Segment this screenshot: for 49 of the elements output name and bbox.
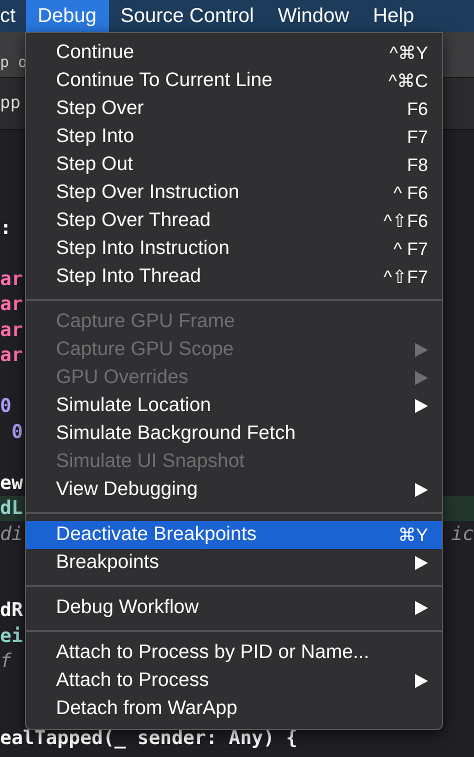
menu-item[interactable]: Simulate Location — [26, 392, 442, 420]
menu-item[interactable]: Deactivate Breakpoints ⌘Y — [26, 521, 442, 549]
menu-item[interactable]: Continue To Current Line ^⌘C — [26, 67, 442, 95]
jump-bar-label[interactable]: pp — [0, 90, 20, 116]
code-text: ealTapped(_ sender: Any) { — [0, 726, 298, 750]
code-text: 0 — [0, 394, 12, 419]
menu-item[interactable]: Step Into F7 — [26, 123, 442, 151]
menu-item[interactable]: Breakpoints — [26, 549, 442, 577]
menu-item[interactable]: Continue ^⌘Y — [26, 39, 442, 67]
code-text: 0 — [10, 420, 23, 444]
menu-item[interactable]: Step Over Instruction ^ F6 — [26, 179, 442, 207]
menu-item[interactable]: View Debugging — [26, 476, 442, 504]
keyboard-shortcut: ^⇧F7 — [384, 266, 428, 288]
menu-bar-item[interactable]: ct — [0, 0, 26, 32]
menu-item[interactable]: Attach to Process by PID or Name... — [26, 639, 442, 667]
code-text: ei — [0, 624, 23, 648]
keyboard-shortcut: ^⌘Y — [390, 42, 428, 64]
code-text: ic — [451, 522, 474, 546]
keyboard-shortcut: ^⇧F6 — [384, 210, 428, 232]
menu-bar-item[interactable]: Window — [266, 0, 362, 32]
menu-item[interactable]: Attach to Process — [26, 667, 442, 695]
code-text: ar — [0, 343, 23, 368]
keyboard-shortcut: ^ F7 — [394, 238, 428, 260]
keyboard-shortcut: ⌘Y — [398, 524, 428, 546]
code-text: ar — [0, 292, 23, 317]
menu-bar-item[interactable]: Source Control — [108, 0, 266, 32]
menu-item[interactable]: Step Over Thread ^⇧F6 — [26, 207, 442, 235]
menu-item[interactable]: Simulate Background Fetch — [26, 420, 442, 448]
menu-bar-item[interactable]: Help — [361, 0, 426, 32]
keyboard-shortcut: F8 — [406, 154, 428, 176]
menu-bar-item[interactable]: Debug — [26, 0, 108, 32]
keyboard-shortcut: F6 — [406, 98, 428, 120]
menu-item[interactable]: Step Out F8 — [26, 151, 442, 179]
code-text: dL — [0, 496, 23, 521]
menu-item[interactable]: Step Into Instruction ^ F7 — [26, 235, 442, 263]
code-text: : — [0, 216, 12, 240]
keyboard-shortcut: ^⌘C — [388, 70, 428, 92]
menu-item[interactable]: Step Over F6 — [26, 95, 442, 123]
code-text: ew — [0, 470, 23, 496]
code-text: ar — [0, 266, 23, 292]
menu-item[interactable]: Step Into Thread ^⇧F7 — [26, 263, 442, 291]
keyboard-shortcut: ^ F6 — [394, 182, 428, 204]
menu-item[interactable]: Detach from WarApp — [26, 695, 442, 723]
menu-item[interactable]: Debug Workflow — [26, 594, 442, 622]
code-text: dR — [0, 598, 23, 623]
code-text: ar — [0, 318, 23, 342]
keyboard-shortcut: F7 — [406, 126, 428, 148]
code-text: f — [0, 649, 12, 674]
code-text: di — [0, 522, 23, 546]
